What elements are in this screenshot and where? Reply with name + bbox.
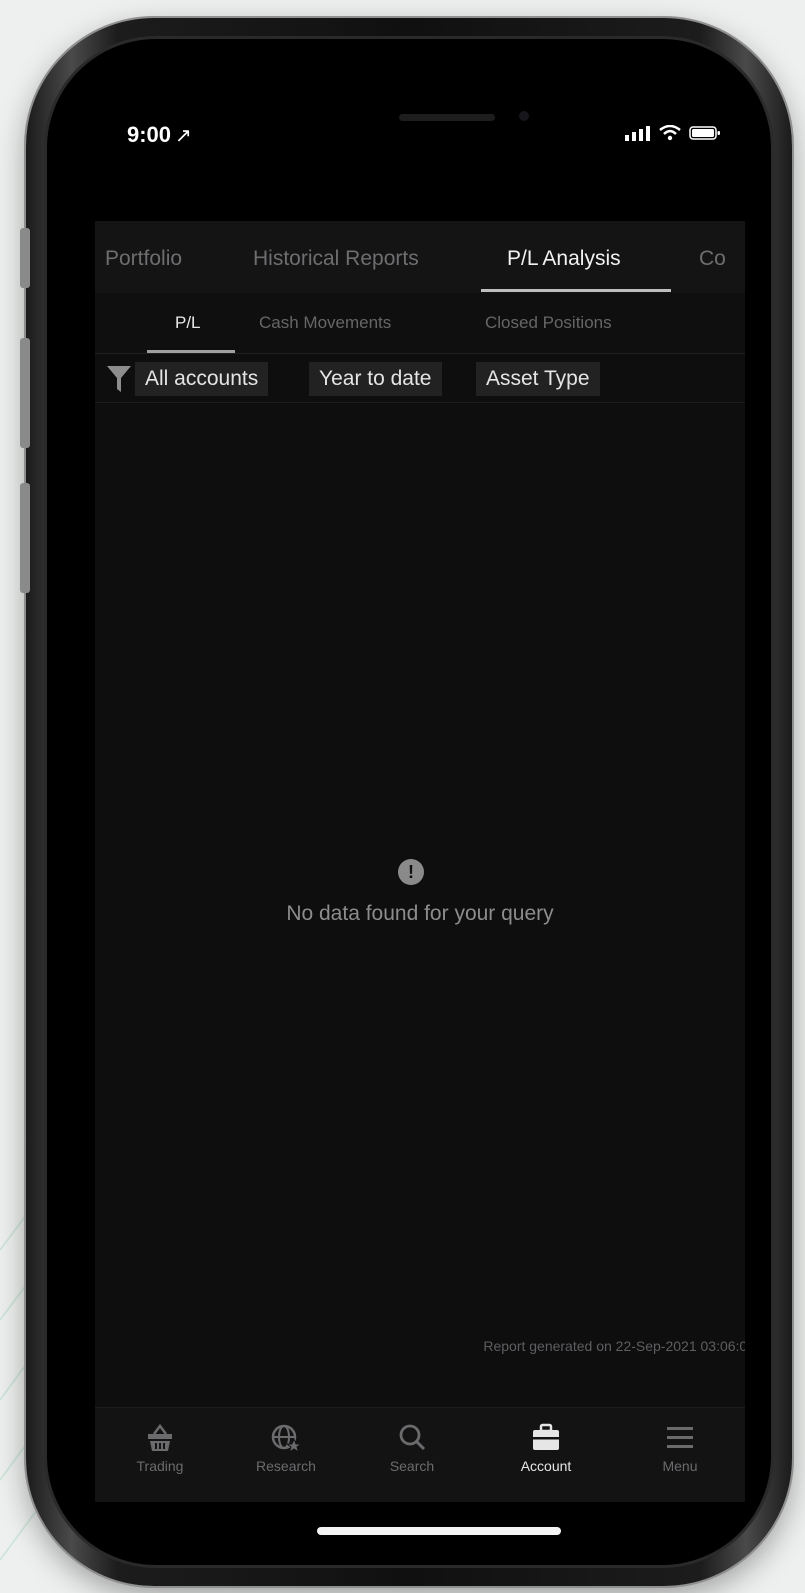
location-arrow-icon: ↗ bbox=[175, 125, 192, 147]
nav-trading[interactable]: Trading bbox=[105, 1422, 215, 1474]
earpiece-speaker bbox=[399, 114, 495, 121]
phone-bezel: 9:00 ↗ Portfolio Historical Reports P/L … bbox=[44, 36, 774, 1568]
filter-bar: All accounts Year to date Asset Type bbox=[95, 356, 745, 403]
filter-chip-asset-type[interactable]: Asset Type bbox=[476, 362, 600, 396]
filter-chip-period[interactable]: Year to date bbox=[309, 362, 442, 396]
subtab-pl[interactable]: P/L bbox=[175, 313, 201, 333]
tab-pl-analysis[interactable]: P/L Analysis bbox=[507, 247, 621, 271]
nav-trading-label: Trading bbox=[136, 1458, 184, 1474]
bottom-nav-bar: Trading Research Search Account Menu bbox=[95, 1407, 745, 1502]
phone-frame: 9:00 ↗ Portfolio Historical Reports P/L … bbox=[20, 18, 792, 1586]
pl-analysis-screen: Portfolio Historical Reports P/L Analysi… bbox=[95, 221, 745, 1407]
filter-chip-accounts[interactable]: All accounts bbox=[135, 362, 269, 396]
hamburger-menu-icon bbox=[667, 1427, 693, 1448]
filter-icon[interactable] bbox=[105, 363, 133, 395]
nav-research[interactable]: Research bbox=[231, 1422, 341, 1474]
sub-tab-bar: P/L Cash Movements Closed Positions bbox=[95, 293, 745, 354]
nav-account-label: Account bbox=[520, 1458, 572, 1474]
home-indicator[interactable] bbox=[317, 1527, 561, 1535]
active-tab-indicator bbox=[481, 289, 671, 292]
status-bar-time: 9:00 ↗ bbox=[127, 122, 192, 147]
mute-switch bbox=[20, 228, 30, 288]
top-tab-bar: Portfolio Historical Reports P/L Analysi… bbox=[95, 221, 745, 294]
active-subtab-indicator bbox=[147, 350, 235, 353]
status-bar-icons bbox=[625, 125, 721, 141]
nav-search[interactable]: Search bbox=[357, 1422, 467, 1474]
battery-icon bbox=[689, 126, 720, 140]
nav-search-label: Search bbox=[389, 1458, 435, 1474]
empty-state-message: No data found for your query bbox=[286, 902, 554, 925]
globe-star-icon bbox=[271, 1424, 303, 1454]
search-icon bbox=[399, 1424, 426, 1451]
volume-down-button bbox=[20, 483, 30, 593]
wifi-icon bbox=[659, 125, 681, 141]
subtab-closed-positions[interactable]: Closed Positions bbox=[485, 313, 612, 333]
cellular-signal-icon bbox=[625, 126, 650, 141]
nav-menu[interactable]: Menu bbox=[625, 1422, 735, 1474]
nav-account[interactable]: Account bbox=[491, 1422, 601, 1474]
briefcase-icon bbox=[533, 1423, 559, 1450]
tab-portfolio[interactable]: Portfolio bbox=[105, 247, 182, 271]
tab-historical-reports[interactable]: Historical Reports bbox=[253, 247, 419, 271]
front-camera bbox=[519, 111, 529, 121]
nav-research-label: Research bbox=[256, 1458, 316, 1474]
tab-co-truncated[interactable]: Co bbox=[699, 247, 726, 271]
basket-icon bbox=[148, 1423, 172, 1451]
phone-screen: 9:00 ↗ Portfolio Historical Reports P/L … bbox=[75, 69, 765, 1559]
nav-menu-label: Menu bbox=[662, 1458, 698, 1474]
report-generated-text: Report generated on 22-Sep-2021 03:06:06 bbox=[483, 1338, 745, 1354]
volume-up-button bbox=[20, 338, 30, 448]
info-icon: ! bbox=[398, 859, 424, 885]
subtab-cash-movements[interactable]: Cash Movements bbox=[259, 313, 391, 333]
